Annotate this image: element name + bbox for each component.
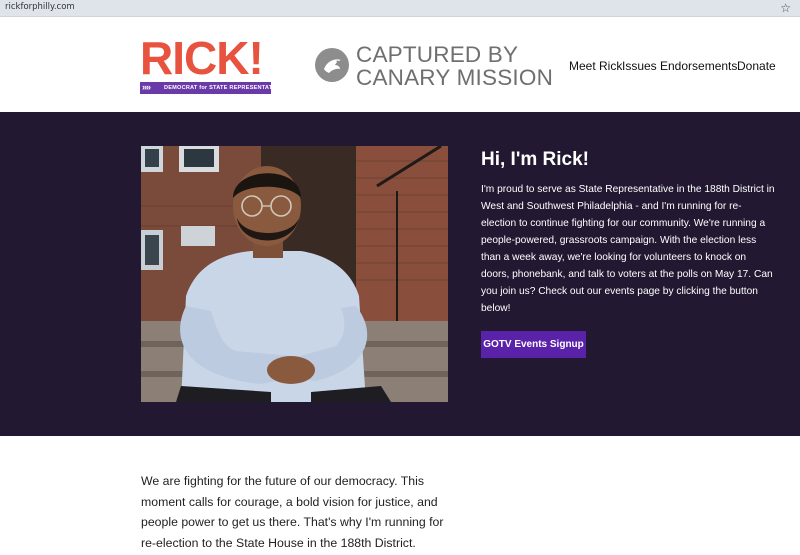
watermark-line-2: CANARY MISSION — [356, 65, 554, 90]
site-logo[interactable]: RICK! »» DEMOCRAT for STATE REPRESENTATI… — [140, 33, 282, 95]
hero-heading: Hi, I'm Rick! — [481, 149, 589, 170]
watermark-line-1: CAPTURED BY — [356, 42, 519, 67]
nav-meet-rick[interactable]: Meet Rick — [569, 59, 622, 73]
gotv-events-signup-button[interactable]: GOTV Events Signup — [481, 331, 586, 358]
browser-address-bar[interactable]: rickforphilly.com ☆ — [0, 0, 800, 17]
logo-ribbon: »» DEMOCRAT for STATE REPRESENTATIVE — [140, 82, 282, 94]
hero-section: Hi, I'm Rick! I'm proud to serve as Stat… — [0, 112, 800, 436]
logo-wordmark: RICK! — [140, 32, 264, 84]
canary-bird-icon — [315, 48, 349, 82]
mission-section: We are fighting for the future of our de… — [0, 436, 800, 555]
nav-endorsements[interactable]: Endorsements — [660, 59, 737, 73]
site-header: RICK! »» DEMOCRAT for STATE REPRESENTATI… — [0, 17, 800, 112]
logo-tagline: DEMOCRAT for STATE REPRESENTATIVE — [164, 85, 282, 91]
mission-statement: We are fighting for the future of our de… — [141, 474, 444, 550]
candidate-photo — [141, 146, 448, 402]
chevrons-icon: »» — [142, 82, 151, 92]
hero-paragraph: I'm proud to serve as State Representati… — [481, 184, 775, 314]
nav-issues[interactable]: Issues — [622, 59, 657, 73]
nav-donate[interactable]: Donate — [737, 59, 776, 73]
star-icon[interactable]: ☆ — [780, 0, 791, 16]
url-text[interactable]: rickforphilly.com — [5, 2, 75, 12]
